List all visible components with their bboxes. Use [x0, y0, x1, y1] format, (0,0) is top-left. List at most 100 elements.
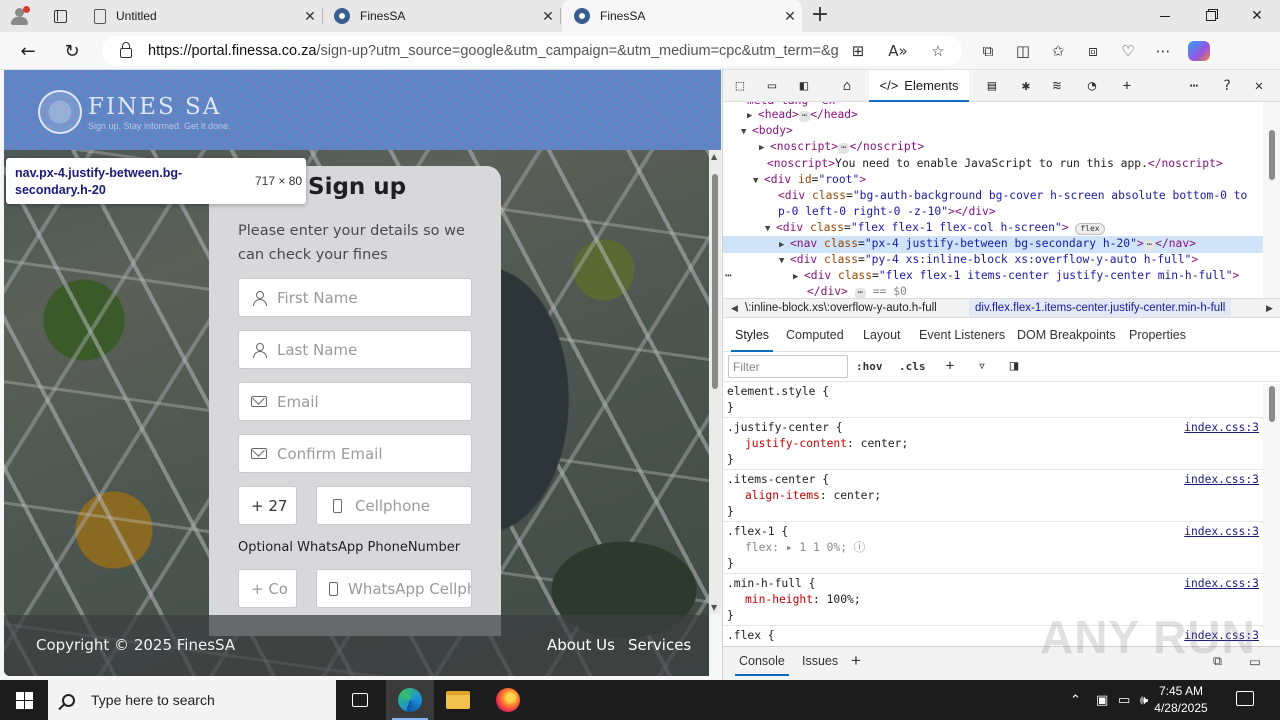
dom-tree[interactable]: meta lang="en" ▶<head>⋯</head> ▼<body> ▶… [723, 102, 1263, 298]
new-tab-icon[interactable]: + [808, 4, 832, 28]
tray-app-icon[interactable]: ▣ [1096, 680, 1108, 720]
help-icon[interactable]: ? [1216, 76, 1238, 96]
start-button[interactable] [0, 680, 48, 720]
breadcrumb-item[interactable]: \:inline-block.xs\:overflow-y-auto.h-ful… [745, 299, 937, 317]
rule-items-center[interactable]: .items-center { [727, 472, 829, 489]
about-us-link[interactable]: About Us [547, 636, 615, 654]
rule-declaration[interactable]: min-height: 100%; [745, 592, 861, 609]
rule-declaration-overridden[interactable]: flex: ▸ 1 1 0%; ⓘ [745, 540, 865, 557]
favorites-icon[interactable]: ✩ [1048, 41, 1068, 61]
email-field[interactable]: Email [238, 382, 472, 421]
collections-icon[interactable]: ⧈ [1083, 41, 1103, 61]
scrollbar-thumb[interactable] [1269, 130, 1275, 180]
dom-line-noscript-text[interactable]: <noscript>You need to enable JavaScript … [767, 156, 1223, 172]
split-screen-icon[interactable]: ◫ [1013, 41, 1033, 61]
notification-icon[interactable] [1236, 691, 1254, 706]
address-bar[interactable]: https://portal.finessa.co.za/sign-up?utm… [102, 36, 962, 66]
styles-filter-input[interactable]: Filter [728, 355, 848, 378]
finessa-logo[interactable]: FINES SA Sign up. Stay informed. Get it … [38, 90, 231, 134]
console-icon[interactable]: ▤ [981, 76, 1003, 96]
new-style-rule-icon[interactable]: + [939, 356, 961, 376]
device-emulation-icon[interactable]: ▭ [761, 76, 783, 96]
info-icon[interactable]: ⓘ [854, 541, 865, 554]
extensions-icon[interactable]: ⧉ [978, 41, 998, 61]
tab-actions-icon[interactable] [46, 6, 74, 26]
app-available-icon[interactable]: ⊞ [848, 41, 868, 61]
tab-layout[interactable]: Layout [863, 328, 901, 342]
rule-source-link[interactable]: index.css:3 [1184, 420, 1259, 437]
whatsapp-country-code-field[interactable]: + Co [238, 569, 297, 608]
lock-icon[interactable] [120, 42, 132, 58]
file-explorer-taskbar-button[interactable] [434, 680, 482, 720]
dom-line-head[interactable]: ▶ <head> ⋯ </head> [747, 107, 858, 124]
breadcrumb-item-current[interactable]: div.flex.flex-1.items-center.justify-cen… [969, 299, 1232, 317]
tab-event-listeners[interactable]: Event Listeners [919, 328, 1005, 342]
performance-icon[interactable]: ◔ [1081, 76, 1103, 96]
reload-icon[interactable]: ↻ [58, 38, 86, 64]
rule-flex[interactable]: .flex { [727, 628, 775, 644]
more-menu-icon[interactable]: ⋯ [1153, 41, 1173, 61]
profile-icon[interactable] [8, 5, 32, 27]
sources-bug-icon[interactable]: ✱ [1015, 76, 1037, 96]
network-wifi-icon[interactable]: ≋ [1046, 76, 1068, 96]
browser-tab-untitled[interactable]: Untitled ✕ [82, 0, 323, 32]
tab-elements[interactable]: </> Elements [869, 70, 969, 102]
more-tools-plus-icon[interactable]: + [1116, 76, 1138, 96]
scrollbar-thumb[interactable] [712, 174, 718, 389]
color-format-icon[interactable]: ▿ [971, 356, 993, 376]
dom-line-bg-div-cont[interactable]: p-0 left-0 right-0 -z-10"></div> [778, 204, 996, 220]
hov-toggle[interactable]: :hov [856, 360, 883, 373]
copilot-icon[interactable] [1188, 41, 1210, 61]
minimize-button[interactable] [1142, 0, 1188, 32]
dom-line-py-div[interactable]: ▼ <div class="py-4 xs:inline-block xs:ove… [779, 252, 1198, 269]
rule-justify-center[interactable]: .justify-center { [727, 420, 843, 437]
scroll-up-icon[interactable]: ▲ [711, 152, 717, 161]
rule-declaration[interactable]: justify-content: center; [745, 436, 908, 453]
tray-overflow-icon[interactable]: ⌃ [1070, 680, 1081, 720]
cls-toggle[interactable]: .cls [899, 360, 926, 373]
taskbar-search[interactable]: Type here to search [48, 680, 336, 720]
welcome-home-icon[interactable]: ⌂ [836, 76, 858, 96]
breadcrumb-left-icon[interactable]: ◀ [731, 299, 738, 317]
services-link[interactable]: Services [628, 636, 691, 654]
styles-scrollbar[interactable] [1263, 384, 1280, 640]
dom-line-nav-selected[interactable]: ▶ <nav class="px-4 justify-between bg-sec… [723, 236, 1263, 254]
add-drawer-tab-icon[interactable]: + [851, 651, 861, 671]
dock-side-icon[interactable]: ◧ [793, 76, 815, 96]
tab-issues[interactable]: Issues [802, 654, 838, 668]
country-code-field[interactable]: + 27 [238, 486, 297, 525]
devtools-more-icon[interactable]: ⋯ [1183, 76, 1205, 96]
dom-line-flex-div[interactable]: ▼ <div class="flex flex-1 flex-col h-scre… [765, 220, 1105, 237]
confirm-email-field[interactable]: Confirm Email [238, 434, 472, 473]
back-icon[interactable]: ← [14, 38, 42, 64]
first-name-field[interactable]: First Name [238, 278, 472, 317]
dom-line-inner-div[interactable]: ⋯ ▶ <div class="flex flex-1 items-center j… [723, 268, 1239, 285]
favorite-star-icon[interactable]: ☆ [928, 41, 948, 61]
breadcrumb-right-icon[interactable]: ▶ [1266, 299, 1273, 317]
tab-dom-breakpoints[interactable]: DOM Breakpoints [1017, 328, 1116, 342]
read-aloud-icon[interactable]: A» [888, 41, 908, 61]
computed-sidebar-icon[interactable]: ◨ [1003, 356, 1025, 376]
dom-line-root[interactable]: ▼ <div id="root"> [753, 172, 866, 189]
scrollbar-thumb[interactable] [1269, 386, 1275, 422]
rule-source-link[interactable]: index.css:3 [1184, 472, 1259, 489]
dom-line-bg-div[interactable]: <div class="bg-auth-background bg-cover … [778, 188, 1247, 204]
page-scrollbar[interactable]: ▲ ▼ [709, 150, 721, 614]
browser-tab-finessa-active[interactable]: FinesSA ✕ [562, 0, 802, 32]
dom-scrollbar[interactable] [1263, 102, 1280, 298]
tab-styles[interactable]: Styles [730, 328, 774, 352]
styles-pane[interactable]: element.style { } .justify-center { inde… [723, 384, 1263, 644]
scroll-down-icon[interactable]: ▼ [711, 603, 717, 612]
element-style-rule[interactable]: element.style { [727, 384, 829, 401]
browser-tab-finessa[interactable]: FinesSA ✕ [322, 0, 561, 32]
task-view-button[interactable] [336, 680, 384, 720]
rule-min-h-full[interactable]: .min-h-full { [727, 576, 815, 593]
tab-properties[interactable]: Properties [1129, 328, 1186, 342]
close-tab-icon[interactable]: ✕ [298, 8, 322, 25]
rule-flex-1[interactable]: .flex-1 { [727, 524, 788, 541]
whatsapp-cellphone-field[interactable]: WhatsApp Cellphone [316, 569, 472, 608]
tab-console[interactable]: Console [735, 654, 789, 676]
tab-computed[interactable]: Computed [786, 328, 844, 342]
inspect-element-icon[interactable]: ⬚ [729, 76, 751, 96]
rule-source-link[interactable]: index.css:3 [1184, 576, 1259, 593]
